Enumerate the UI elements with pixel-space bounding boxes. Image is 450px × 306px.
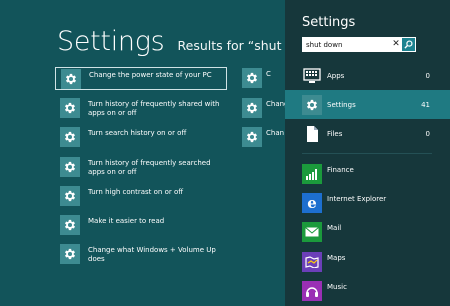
app-label: Internet Explorer xyxy=(327,195,387,203)
app-label: Music xyxy=(327,283,347,291)
gear-icon xyxy=(60,127,80,147)
mail-icon xyxy=(302,222,322,242)
app-mail[interactable]: Mail xyxy=(285,219,450,245)
search-charm: Settings shut down ✕ Apps 0 Settings 41 … xyxy=(285,0,450,306)
result-item[interactable]: Make it easier to read xyxy=(60,215,230,235)
results-pane: Settings Results for “shut down” Change … xyxy=(0,0,325,306)
gear-icon xyxy=(60,186,80,206)
finance-icon xyxy=(302,164,322,184)
app-maps[interactable]: Maps xyxy=(285,249,450,275)
app-internet-explorer[interactable]: e Internet Explorer xyxy=(285,190,450,216)
result-item[interactable]: Chang xyxy=(242,98,289,118)
result-label: Chan xyxy=(266,129,285,137)
result-label: C xyxy=(266,70,271,78)
app-music[interactable]: Music xyxy=(285,278,450,304)
result-item[interactable]: Change the power state of your PC xyxy=(55,67,227,90)
search-button[interactable] xyxy=(402,38,415,51)
result-label: Turn history of frequently searched apps… xyxy=(88,159,211,176)
gear-icon xyxy=(60,98,80,118)
clear-icon[interactable]: ✕ xyxy=(390,38,402,51)
maps-icon xyxy=(302,252,322,272)
scope-count: 41 xyxy=(421,100,430,109)
scope-files[interactable]: Files 0 xyxy=(285,119,450,148)
page-title: Settings xyxy=(57,26,165,57)
scope-count: 0 xyxy=(425,129,430,138)
search-input[interactable]: shut down xyxy=(303,41,390,49)
result-label: Turn high contrast on or off xyxy=(88,188,184,196)
result-item[interactable]: Chan xyxy=(242,127,284,147)
gear-icon xyxy=(242,68,262,88)
result-item[interactable]: Change what Windows + Volume Up does xyxy=(60,244,230,264)
scope-label: Files xyxy=(327,129,343,138)
music-icon xyxy=(302,281,322,301)
result-item[interactable]: Turn history of frequently searched apps… xyxy=(60,157,230,177)
result-item[interactable]: Turn high contrast on or off xyxy=(60,186,230,206)
gear-icon xyxy=(60,157,80,177)
result-label: Change what Windows + Volume Up does xyxy=(88,246,216,263)
app-label: Maps xyxy=(327,254,346,262)
scope-label: Apps xyxy=(327,71,345,80)
gear-icon xyxy=(242,98,262,118)
file-icon xyxy=(302,124,322,144)
app-label: Mail xyxy=(327,224,342,232)
app-label: Finance xyxy=(327,166,354,174)
gear-icon xyxy=(302,94,322,115)
result-label: Change the power state of your PC xyxy=(89,71,212,79)
charm-title: Settings xyxy=(302,15,356,30)
result-label: Turn history of frequently shared with a… xyxy=(88,100,220,117)
gear-icon xyxy=(242,127,262,147)
scope-label: Settings xyxy=(327,100,356,109)
gear-icon xyxy=(60,244,80,264)
search-box[interactable]: shut down ✕ xyxy=(302,37,416,52)
ie-icon: e xyxy=(302,193,322,213)
result-label: Make it easier to read xyxy=(88,217,165,225)
scope-count: 0 xyxy=(425,71,430,80)
divider xyxy=(302,153,432,154)
scope-apps[interactable]: Apps 0 xyxy=(285,61,450,90)
result-label: Turn search history on or off xyxy=(88,129,187,137)
scope-settings[interactable]: Settings 41 xyxy=(285,90,450,119)
result-item[interactable]: C xyxy=(242,68,271,88)
search-icon xyxy=(404,40,413,49)
result-item[interactable]: Turn history of frequently shared with a… xyxy=(60,98,230,118)
gear-icon xyxy=(60,215,80,235)
gear-icon xyxy=(61,69,81,89)
app-finance[interactable]: Finance xyxy=(285,161,450,187)
result-item[interactable]: Turn search history on or off xyxy=(60,127,230,147)
apps-icon xyxy=(302,66,322,86)
